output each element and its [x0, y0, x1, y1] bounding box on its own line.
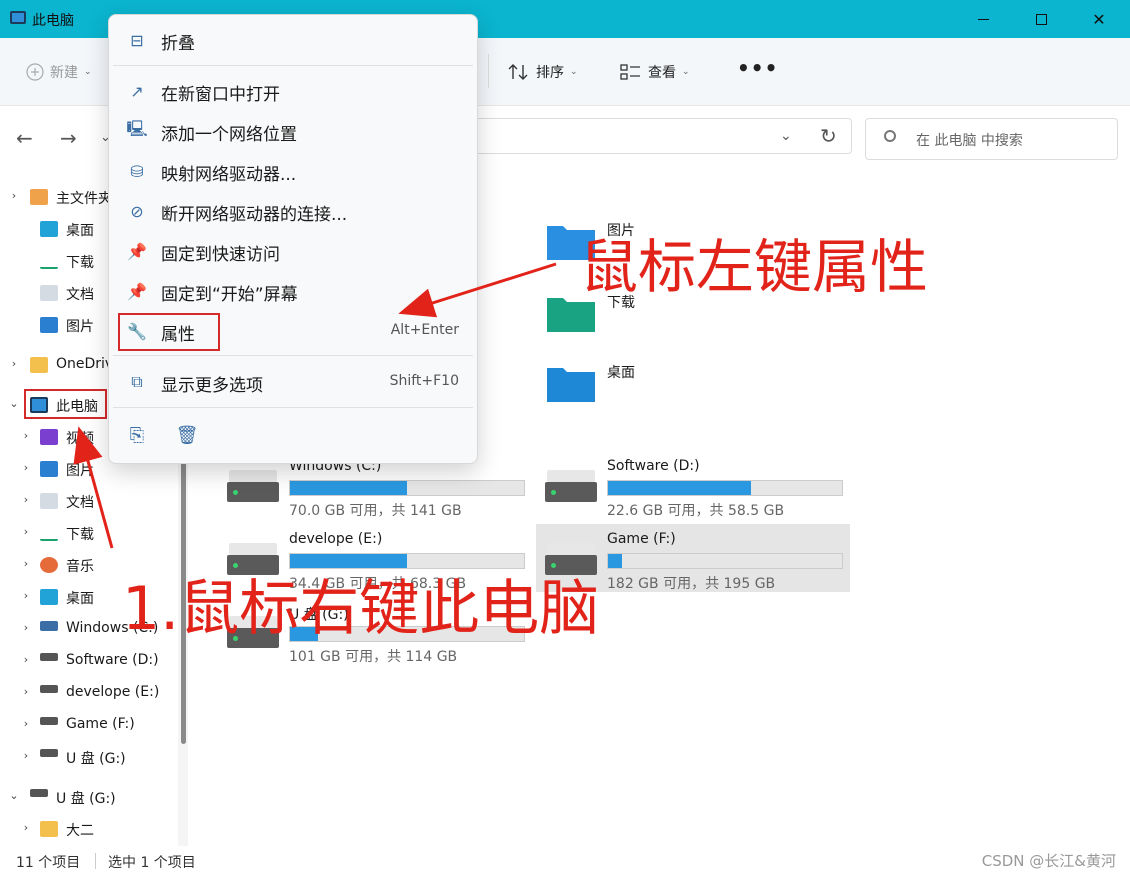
selection-count: 选中 1 个项目 — [108, 855, 196, 871]
annotation-step1: 1.鼠标右键此电脑 — [122, 574, 600, 644]
watermark: CSDN @长江&黄河 — [981, 852, 1116, 870]
status-divider — [95, 853, 96, 869]
arrow-to-properties — [398, 262, 557, 318]
item-count: 11 个项目 — [16, 855, 81, 871]
annotation-arrows — [73, 262, 557, 549]
arrow-to-this-pc — [73, 426, 114, 549]
annotation-step2: 鼠标左键属性 — [580, 233, 929, 301]
status-bar: 11 个项目 选中 1 个项目 CSDN @长江&黄河 — [0, 846, 1130, 876]
